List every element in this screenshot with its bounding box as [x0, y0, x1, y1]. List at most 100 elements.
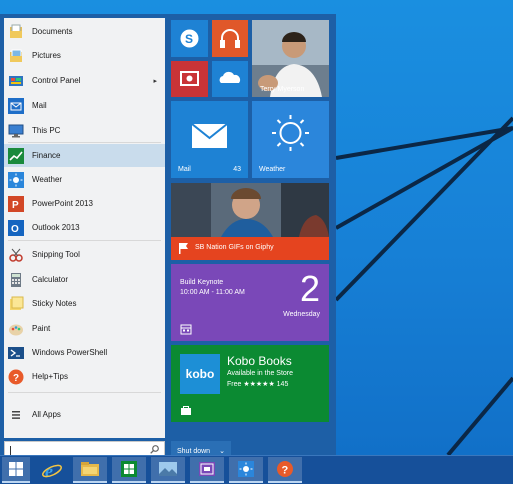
- app-help-tips[interactable]: ? Help+Tips: [4, 365, 165, 388]
- taskbar-help[interactable]: ?: [268, 457, 302, 483]
- app-label: Control Panel: [32, 76, 81, 85]
- chevron-down-icon: ⌄: [219, 448, 225, 455]
- kobo-tile[interactable]: kobo Kobo Books Available in the Store F…: [171, 345, 329, 422]
- news-caption: SB Nation GIFs on Giphy: [195, 244, 274, 251]
- shutdown-label: Shut down: [177, 447, 211, 455]
- app-powerpoint[interactable]: P PowerPoint 2013: [4, 192, 165, 215]
- app-windows-powershell[interactable]: Windows PowerShell: [4, 341, 165, 364]
- taskbar-weather[interactable]: [229, 457, 263, 483]
- start-menu: Documents Pictures Control Panel ▸ Mail: [0, 14, 336, 461]
- weather-tile[interactable]: Weather: [252, 101, 329, 178]
- app-label: Outlook 2013: [32, 223, 80, 232]
- people-tile[interactable]: Terry Myerson: [252, 20, 329, 97]
- app-label: Windows PowerShell: [32, 348, 108, 357]
- app-outlook[interactable]: O Outlook 2013: [4, 216, 165, 239]
- taskbar-internet-explorer[interactable]: e: [36, 457, 68, 483]
- all-apps-label: All Apps: [32, 410, 61, 419]
- video-icon: [199, 462, 215, 476]
- music-tile[interactable]: [212, 20, 248, 57]
- control-panel-icon: [8, 73, 24, 89]
- app-label: Documents: [32, 27, 73, 36]
- help-icon: ?: [277, 461, 293, 477]
- calendar-day-name: Wednesday: [283, 311, 320, 318]
- app-label: PowerPoint 2013: [32, 199, 93, 208]
- store-bag-icon: [181, 406, 191, 415]
- all-apps-button[interactable]: All Apps: [4, 403, 165, 426]
- mail-unread-count: 43: [233, 166, 241, 173]
- svg-text:?: ?: [282, 465, 289, 477]
- file-explorer-icon: [81, 462, 99, 476]
- app-label: Help+Tips: [32, 372, 68, 381]
- app-paint[interactable]: Paint: [4, 317, 165, 340]
- app-this-pc[interactable]: This PC: [4, 119, 165, 142]
- video-tile[interactable]: [171, 61, 208, 97]
- app-mail[interactable]: Mail: [4, 94, 165, 117]
- help-tips-icon: ?: [8, 369, 24, 385]
- calculator-icon: [8, 272, 24, 288]
- app-label: Weather: [32, 175, 63, 184]
- windows-start-icon: [9, 462, 23, 476]
- weather-icon: [238, 461, 254, 477]
- app-label: Sticky Notes: [32, 299, 77, 308]
- snipping-tool-icon: [8, 247, 24, 263]
- submenu-arrow-icon[interactable]: ▸: [153, 77, 157, 85]
- app-pictures[interactable]: Pictures: [4, 44, 165, 67]
- onedrive-tile[interactable]: [212, 61, 248, 97]
- calendar-time: 10:00 AM - 11:00 AM: [180, 289, 245, 296]
- svg-text:e: e: [45, 461, 53, 481]
- svg-text:S: S: [185, 32, 193, 46]
- store-icon: [121, 461, 137, 477]
- pictures-folder-icon: [8, 48, 24, 64]
- app-list-separator: [8, 392, 161, 393]
- taskbar-file-explorer[interactable]: [73, 457, 107, 483]
- paint-icon: [8, 321, 24, 337]
- taskbar-photos[interactable]: [151, 457, 185, 483]
- mail-tile-label: Mail: [178, 166, 191, 173]
- kobo-rating: Free ★★★★★ 145: [227, 381, 289, 388]
- kobo-title: Kobo Books: [227, 354, 292, 368]
- mail-tile[interactable]: Mail 43: [171, 101, 248, 178]
- app-label: Calculator: [32, 275, 69, 284]
- kobo-logo: kobo: [180, 354, 220, 394]
- weather-icon: [8, 171, 24, 188]
- app-label: Finance: [32, 151, 61, 160]
- app-control-panel[interactable]: Control Panel ▸: [4, 69, 165, 92]
- video-icon: [180, 71, 199, 86]
- app-list-separator: [8, 142, 161, 143]
- weather-tile-label: Weather: [259, 166, 286, 173]
- skype-tile[interactable]: S: [171, 20, 208, 57]
- news-photo: [171, 183, 329, 237]
- app-label: Snipping Tool: [32, 250, 80, 259]
- app-label: Paint: [32, 324, 51, 333]
- person-name: Terry Myerson: [260, 86, 305, 93]
- start-app-list: Documents Pictures Control Panel ▸ Mail: [4, 18, 165, 438]
- news-caption-bar: SB Nation GIFs on Giphy: [171, 237, 329, 260]
- app-finance[interactable]: Finance: [4, 144, 165, 167]
- windows-start-button[interactable]: [2, 457, 30, 483]
- app-documents[interactable]: Documents: [4, 20, 165, 43]
- taskbar: e ?: [0, 455, 513, 484]
- sticky-notes-icon: [8, 296, 24, 312]
- headphones-icon: [220, 29, 240, 48]
- app-list-separator: [8, 240, 161, 241]
- app-label: Mail: [32, 101, 47, 110]
- photos-icon: [159, 462, 177, 476]
- powerpoint-icon: P: [8, 195, 24, 212]
- app-label: This PC: [32, 126, 61, 135]
- taskbar-video[interactable]: [190, 457, 224, 483]
- taskbar-store[interactable]: [112, 457, 146, 483]
- app-calculator[interactable]: Calculator: [4, 268, 165, 291]
- finance-icon: [8, 147, 24, 164]
- this-pc-icon: [8, 123, 24, 139]
- powershell-icon: [8, 345, 24, 361]
- news-tile[interactable]: SB Nation GIFs on Giphy: [171, 183, 329, 260]
- app-weather[interactable]: Weather: [4, 168, 165, 191]
- svg-text:?: ?: [13, 373, 19, 384]
- app-label: Pictures: [32, 51, 61, 60]
- kobo-subtitle: Available in the Store: [227, 370, 294, 377]
- app-snipping-tool[interactable]: Snipping Tool: [4, 243, 165, 266]
- calendar-tile[interactable]: Build Keynote 10:00 AM - 11:00 AM 2 Wedn…: [171, 264, 329, 341]
- outlook-icon: O: [8, 219, 24, 236]
- app-sticky-notes[interactable]: Sticky Notes: [4, 292, 165, 315]
- calendar-icon: [180, 324, 192, 335]
